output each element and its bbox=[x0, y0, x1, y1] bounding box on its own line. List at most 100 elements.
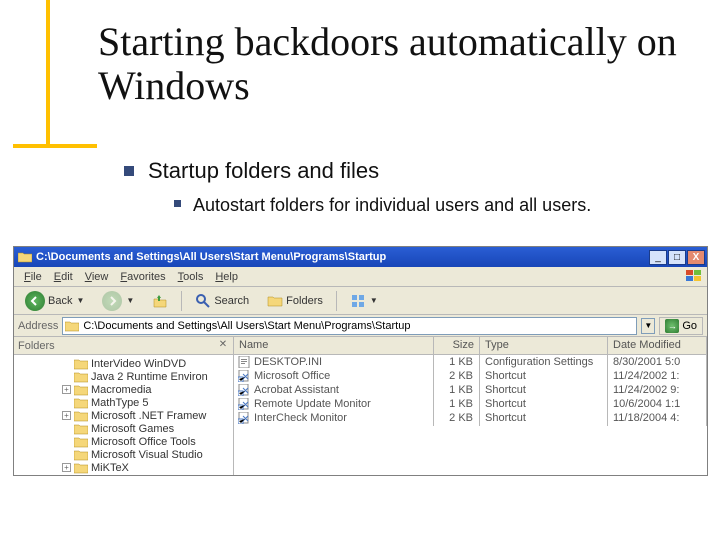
file-row[interactable]: Acrobat Assistant1 KBShortcut11/24/2002 … bbox=[234, 383, 707, 397]
up-button[interactable] bbox=[145, 290, 175, 312]
tree-node[interactable]: +Microsoft .NET Framew bbox=[14, 409, 233, 422]
go-label: Go bbox=[682, 320, 697, 332]
menu-tools[interactable]: Tools bbox=[172, 269, 210, 285]
folder-icon bbox=[74, 397, 88, 409]
windows-logo-icon bbox=[685, 269, 703, 283]
menubar: File Edit View Favorites Tools Help bbox=[14, 267, 707, 287]
go-button[interactable]: → Go bbox=[659, 317, 703, 335]
tree-label: Microsoft Visual Studio bbox=[91, 449, 203, 461]
back-arrow-icon bbox=[25, 291, 45, 311]
file-row[interactable]: InterCheck Monitor2 KBShortcut11/18/2004… bbox=[234, 411, 707, 425]
chevron-down-icon: ▼ bbox=[126, 296, 134, 305]
menu-help[interactable]: Help bbox=[209, 269, 244, 285]
up-folder-icon bbox=[152, 293, 168, 309]
bullet-level1: Startup folders and files bbox=[124, 158, 379, 184]
menu-view[interactable]: View bbox=[79, 269, 115, 285]
tree-label: MiKTeX bbox=[91, 462, 129, 474]
file-icon bbox=[237, 412, 250, 424]
square-bullet-icon bbox=[174, 200, 181, 207]
close-button[interactable]: X bbox=[687, 250, 705, 265]
folder-icon bbox=[18, 251, 32, 263]
tree-node[interactable]: +Microsoft Office Tools bbox=[14, 435, 233, 448]
back-label: Back bbox=[48, 295, 72, 307]
file-size: 2 KB bbox=[434, 410, 480, 426]
folder-tree[interactable]: +InterVideo WinDVD+Java 2 Runtime Enviro… bbox=[14, 355, 233, 475]
folder-icon bbox=[74, 358, 88, 370]
file-icon bbox=[237, 356, 250, 368]
file-row[interactable]: Microsoft Office2 KBShortcut11/24/2002 1… bbox=[234, 369, 707, 383]
folder-icon bbox=[74, 449, 88, 461]
file-name: InterCheck Monitor bbox=[254, 412, 347, 424]
views-icon bbox=[350, 293, 366, 309]
file-list-pane: Name Size Type Date Modified DESKTOP.INI… bbox=[234, 337, 707, 475]
tree-label: MathType 5 bbox=[91, 397, 148, 409]
file-row[interactable]: DESKTOP.INI1 KBConfiguration Settings8/3… bbox=[234, 355, 707, 369]
tree-label: Modem Helper bbox=[91, 475, 163, 476]
bullet-level2: Autostart folders for individual users a… bbox=[174, 194, 674, 217]
tree-node[interactable]: +MathType 5 bbox=[14, 396, 233, 409]
minimize-button[interactable]: _ bbox=[649, 250, 667, 265]
tree-node[interactable]: +Modem Helper bbox=[14, 474, 233, 475]
views-button[interactable]: ▼ bbox=[343, 290, 385, 312]
file-name: DESKTOP.INI bbox=[254, 356, 322, 368]
toolbar: Back ▼ ▼ Search bbox=[14, 287, 707, 315]
address-dropdown[interactable]: ▼ bbox=[641, 318, 655, 334]
maximize-button[interactable]: □ bbox=[668, 250, 686, 265]
file-name: Remote Update Monitor bbox=[254, 398, 371, 410]
tree-node[interactable]: + MiKTeX bbox=[14, 461, 233, 474]
bullet1-text: Startup folders and files bbox=[148, 158, 379, 184]
search-button[interactable]: Search bbox=[188, 290, 256, 312]
tree-label: Java 2 Runtime Environ bbox=[91, 371, 208, 383]
file-row[interactable]: Remote Update Monitor1 KBShortcut10/6/20… bbox=[234, 397, 707, 411]
address-input[interactable] bbox=[83, 320, 634, 332]
close-pane-button[interactable]: ✕ bbox=[217, 340, 229, 352]
accent-horizontal bbox=[13, 144, 97, 148]
slide-title: Starting backdoors automatically on Wind… bbox=[98, 20, 720, 108]
address-field[interactable] bbox=[62, 317, 637, 335]
col-name[interactable]: Name bbox=[234, 337, 434, 354]
tree-node[interactable]: +Java 2 Runtime Environ bbox=[14, 370, 233, 383]
menu-file[interactable]: File bbox=[18, 269, 48, 285]
expand-toggle[interactable]: + bbox=[62, 385, 71, 394]
tree-node[interactable]: +Microsoft Games bbox=[14, 422, 233, 435]
file-icon bbox=[237, 384, 250, 396]
tree-node[interactable]: +Macromedia bbox=[14, 383, 233, 396]
expand-toggle[interactable]: + bbox=[62, 463, 71, 472]
folder-icon bbox=[65, 320, 79, 332]
address-bar: Address ▼ → Go bbox=[14, 315, 707, 337]
col-date[interactable]: Date Modified bbox=[608, 337, 707, 354]
forward-button[interactable]: ▼ bbox=[95, 288, 141, 314]
expand-toggle[interactable]: + bbox=[62, 411, 71, 420]
window-title: C:\Documents and Settings\All Users\Star… bbox=[36, 251, 649, 263]
menu-favorites[interactable]: Favorites bbox=[114, 269, 171, 285]
tree-node[interactable]: +InterVideo WinDVD bbox=[14, 357, 233, 370]
square-bullet-icon bbox=[124, 166, 134, 176]
back-button[interactable]: Back ▼ bbox=[18, 288, 91, 314]
forward-arrow-icon bbox=[102, 291, 122, 311]
file-icon bbox=[237, 398, 250, 410]
separator bbox=[181, 291, 182, 311]
tree-label: Microsoft Games bbox=[91, 423, 174, 435]
bullet2-text: Autostart folders for individual users a… bbox=[193, 194, 591, 217]
column-headers: Name Size Type Date Modified bbox=[234, 337, 707, 355]
folder-icon bbox=[74, 462, 88, 474]
folders-icon bbox=[267, 293, 283, 309]
explorer-window: C:\Documents and Settings\All Users\Star… bbox=[13, 246, 708, 476]
col-size[interactable]: Size bbox=[434, 337, 480, 354]
file-name: Acrobat Assistant bbox=[254, 384, 339, 396]
folders-pane: Folders ✕ +InterVideo WinDVD+Java 2 Runt… bbox=[14, 337, 234, 475]
file-rows: DESKTOP.INI1 KBConfiguration Settings8/3… bbox=[234, 355, 707, 475]
file-type: Shortcut bbox=[480, 410, 608, 426]
menu-edit[interactable]: Edit bbox=[48, 269, 79, 285]
folders-pane-title: Folders bbox=[18, 340, 55, 352]
file-icon bbox=[237, 370, 250, 382]
titlebar[interactable]: C:\Documents and Settings\All Users\Star… bbox=[14, 247, 707, 267]
folders-button[interactable]: Folders bbox=[260, 290, 330, 312]
tree-node[interactable]: +Microsoft Visual Studio bbox=[14, 448, 233, 461]
col-type[interactable]: Type bbox=[480, 337, 608, 354]
folder-icon bbox=[74, 410, 88, 422]
file-name: Microsoft Office bbox=[254, 370, 330, 382]
folder-icon bbox=[74, 475, 88, 476]
address-label: Address bbox=[18, 320, 58, 332]
folder-icon bbox=[74, 384, 88, 396]
